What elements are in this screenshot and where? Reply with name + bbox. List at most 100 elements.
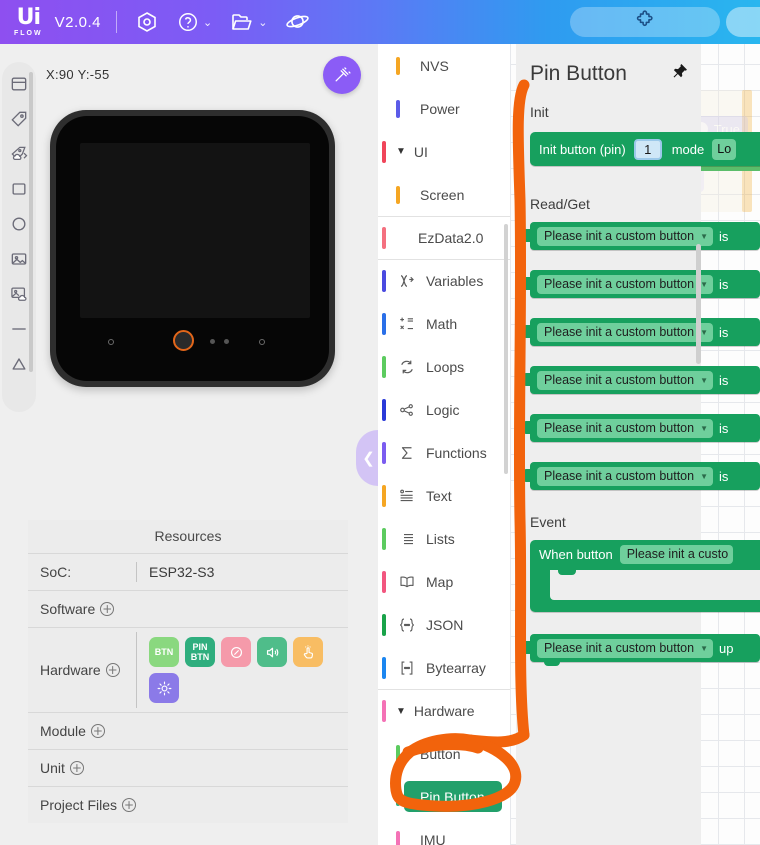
- open-folder-icon[interactable]: ⌄: [230, 10, 267, 34]
- page-icon[interactable]: [7, 72, 31, 96]
- block-button-state-4[interactable]: Please init a custom button ▼ is: [523, 414, 760, 442]
- cloud-tag-icon[interactable]: [7, 142, 31, 166]
- block-button-state-2[interactable]: Please init a custom button ▼ is: [523, 318, 760, 346]
- section-label-read-get: Read/Get: [530, 196, 590, 212]
- image-icon[interactable]: [7, 247, 31, 271]
- category-item-bytearray[interactable]: Bytearray: [378, 646, 510, 689]
- button-dropdown[interactable]: Please init a custom button ▼: [537, 418, 714, 438]
- collapse-panel-button[interactable]: ❮: [356, 430, 378, 486]
- magic-wand-icon[interactable]: [323, 56, 361, 94]
- category-label: NVS: [420, 57, 449, 74]
- resource-row-unit[interactable]: Unit +: [28, 749, 348, 786]
- help-question-icon[interactable]: ⌄: [177, 11, 212, 33]
- rail-scrollbar[interactable]: [29, 72, 33, 372]
- chip-imu[interactable]: [221, 637, 251, 667]
- topbar-right-group: [570, 7, 760, 37]
- chip-pin-btn[interactable]: PIN BTN: [185, 637, 215, 667]
- add-module-icon[interactable]: +: [90, 724, 105, 738]
- brightness-icon: [157, 681, 171, 695]
- block-tail-label: is: [719, 228, 729, 244]
- resource-row-module[interactable]: Module +: [28, 712, 348, 749]
- category-item-math[interactable]: Math: [378, 302, 510, 345]
- category-item-imu[interactable]: IMU: [378, 818, 510, 845]
- chip-btn[interactable]: BTN: [149, 637, 179, 667]
- category-item-map[interactable]: Map: [378, 560, 510, 603]
- category-item-screen[interactable]: Screen: [378, 173, 510, 216]
- tag-icon[interactable]: [7, 107, 31, 131]
- block-button-state-0[interactable]: Please init a custom button ▼ is: [523, 222, 760, 250]
- add-project-file-icon[interactable]: +: [122, 798, 137, 812]
- category-item-logic[interactable]: Logic: [378, 388, 510, 431]
- add-unit-icon[interactable]: +: [69, 761, 84, 775]
- category-label: Screen: [420, 186, 465, 203]
- category-item-hardware[interactable]: ▼ Hardware: [378, 689, 510, 732]
- category-item-variables[interactable]: Variables: [378, 259, 510, 302]
- block-tail-label: is: [719, 276, 729, 292]
- button-dropdown[interactable]: Please init a custom button ▼: [537, 322, 714, 342]
- button-dropdown[interactable]: Please init a custom button ▼: [537, 370, 714, 390]
- category-item-ezdata2-0[interactable]: EzData2.0: [378, 216, 510, 259]
- pushpin-icon[interactable]: [670, 62, 689, 86]
- category-color-bar: [382, 484, 386, 507]
- expander-triangle-icon[interactable]: ▼: [396, 706, 406, 717]
- device-preview[interactable]: [50, 110, 335, 387]
- category-item-pin-button[interactable]: Pin Button: [378, 775, 510, 818]
- device-main-button[interactable]: [173, 330, 194, 351]
- category-label: Button: [420, 745, 461, 762]
- button-dropdown[interactable]: Please init a custom button ▼: [537, 274, 714, 294]
- block-button-update[interactable]: Please init a custom button ▼ up: [523, 634, 760, 666]
- chip-speaker[interactable]: [257, 637, 287, 667]
- button-dropdown[interactable]: Please init a custo: [619, 544, 734, 564]
- category-item-power[interactable]: Power: [378, 87, 510, 130]
- category-item-ui[interactable]: ▼ UI: [378, 130, 510, 173]
- block-button-state-3[interactable]: Please init a custom button ▼ is: [523, 366, 760, 394]
- button-dropdown[interactable]: Please init a custom button ▼: [537, 466, 714, 486]
- resource-row-project-files[interactable]: Project Files +: [28, 786, 348, 823]
- block-prefix-label: Init button (pin): [539, 141, 626, 157]
- chevron-down-icon: ▼: [700, 375, 709, 385]
- expander-triangle-icon[interactable]: ▼: [396, 146, 406, 157]
- top-bar: Ui FLOW V2.0.4 ⌄ ⌄: [0, 0, 760, 44]
- button-dropdown[interactable]: Please init a custom button ▼: [537, 226, 714, 246]
- mode-dropdown[interactable]: Lo: [712, 138, 737, 160]
- planet-icon[interactable]: [285, 10, 310, 34]
- topbar-edge-pill[interactable]: [726, 7, 760, 37]
- block-button-state-1[interactable]: Please init a custom button ▼ is: [523, 270, 760, 298]
- category-item-functions[interactable]: Functions: [378, 431, 510, 474]
- add-software-icon[interactable]: +: [100, 602, 115, 616]
- device-screen[interactable]: [80, 143, 310, 318]
- device-hexagon-icon[interactable]: [135, 10, 159, 34]
- category-color-bar: [382, 270, 386, 292]
- chip-touch[interactable]: [293, 637, 323, 667]
- category-scrollbar[interactable]: [504, 224, 508, 474]
- block-button-state-5[interactable]: Please init a custom button ▼ is: [523, 462, 760, 490]
- resource-row-software[interactable]: Software +: [28, 590, 348, 627]
- button-dropdown[interactable]: Please init a custom button ▼: [537, 638, 714, 658]
- logic-icon: [394, 401, 420, 419]
- category-item-lists[interactable]: Lists: [378, 517, 510, 560]
- category-item-button[interactable]: Button: [378, 732, 510, 775]
- block-when-button-event[interactable]: When button Please init a custo: [530, 540, 760, 612]
- category-color-bar: [382, 527, 386, 550]
- app-logo[interactable]: Ui FLOW: [14, 7, 43, 38]
- triangle-icon[interactable]: [7, 352, 31, 376]
- pin-number-field[interactable]: 1: [633, 138, 662, 160]
- block-init-button-pin[interactable]: Init button (pin) 1 mode Lo: [530, 132, 760, 166]
- rectangle-icon[interactable]: [7, 177, 31, 201]
- chevron-down-icon: ▼: [700, 423, 709, 433]
- add-hardware-icon[interactable]: +: [105, 663, 120, 677]
- flyout-scrollbar[interactable]: [696, 244, 701, 364]
- extension-pill-button[interactable]: [570, 7, 720, 37]
- category-item-text[interactable]: Text: [378, 474, 510, 517]
- chip-brightness[interactable]: [149, 673, 179, 703]
- resource-label: SoC:: [40, 564, 72, 580]
- line-icon[interactable]: [7, 317, 31, 341]
- category-item-json[interactable]: JSON: [378, 603, 510, 646]
- puzzle-piece-icon: [634, 9, 656, 36]
- circle-icon[interactable]: [7, 212, 31, 236]
- chevron-down-icon: ⌄: [258, 16, 268, 29]
- block-flyout-panel: Pin Button Init Init button (pin) 1 mode…: [516, 44, 760, 845]
- category-item-nvs[interactable]: NVS: [378, 44, 510, 87]
- cloud-image-icon[interactable]: [7, 282, 31, 306]
- category-item-loops[interactable]: Loops: [378, 345, 510, 388]
